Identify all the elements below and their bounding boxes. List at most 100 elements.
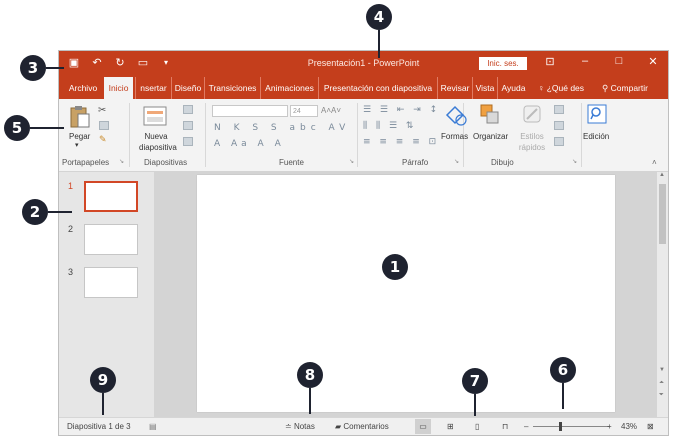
case-buttons[interactable]: A Aa A A bbox=[214, 139, 285, 149]
callout-arrow bbox=[562, 383, 564, 409]
search-icon[interactable] bbox=[587, 104, 607, 124]
callout-4: 4 bbox=[366, 4, 392, 30]
callout-1: 1 bbox=[382, 254, 408, 280]
callout-arrow bbox=[102, 393, 104, 415]
previous-slide-icon[interactable]: ⏶ bbox=[659, 380, 664, 387]
zoom-level[interactable]: 43% bbox=[621, 422, 637, 431]
callout-arrow bbox=[48, 211, 72, 213]
callout-arrow bbox=[378, 30, 380, 58]
tab-insertar[interactable]: nsertar bbox=[135, 77, 171, 99]
zoom-slider-thumb[interactable] bbox=[559, 422, 562, 431]
callout-7: 7 bbox=[462, 368, 488, 394]
copy-icon[interactable] bbox=[99, 121, 109, 130]
layout-icon[interactable] bbox=[183, 105, 193, 114]
tell-me-search[interactable]: ♀ ¿Qué des bbox=[533, 77, 589, 99]
shapes-label[interactable]: Formas bbox=[441, 132, 468, 141]
callout-9: 9 bbox=[90, 367, 116, 393]
grow-shrink-font-icon[interactable]: A˄A˅ bbox=[321, 106, 341, 115]
slide-number: 1 bbox=[68, 181, 74, 191]
reading-view-icon[interactable]: ▯ bbox=[475, 422, 479, 431]
window-title: Presentación1 - PowerPoint bbox=[307, 58, 420, 68]
zoom-slider[interactable] bbox=[533, 426, 609, 427]
collapse-ribbon-icon[interactable]: ˄ bbox=[652, 158, 657, 167]
tab-vista[interactable]: Vista bbox=[472, 77, 497, 99]
slide-thumbnail-2[interactable] bbox=[84, 224, 138, 255]
slide-thumbnail-1[interactable] bbox=[84, 181, 138, 212]
share-button[interactable]: ⚲ Compartir bbox=[593, 77, 657, 99]
group-label-slides: Diapositivas bbox=[144, 158, 188, 167]
zoom-in-icon[interactable]: + bbox=[607, 422, 612, 431]
format-buttons[interactable]: N K S S abc AV bbox=[214, 123, 350, 133]
tab-archivo[interactable]: Archivo bbox=[64, 77, 102, 99]
next-slide-icon[interactable]: ⏷ bbox=[659, 392, 664, 399]
bullets-icon[interactable]: ☰ ☰ ⇤ ⇥ ↕ bbox=[363, 105, 440, 115]
slide-counter: Diapositiva 1 de 3 bbox=[67, 422, 131, 431]
spell-check-icon[interactable]: ▤ bbox=[149, 422, 157, 431]
cut-icon[interactable]: ✂ bbox=[98, 105, 106, 116]
callout-2: 2 bbox=[22, 199, 48, 225]
slide-sorter-icon[interactable]: ⊞ bbox=[447, 422, 454, 431]
tab-animaciones[interactable]: Animaciones bbox=[260, 77, 318, 99]
tab-ayuda[interactable]: Ayuda bbox=[497, 77, 529, 99]
group-divider bbox=[129, 103, 130, 167]
tab-transiciones[interactable]: Transiciones bbox=[204, 77, 260, 99]
close-icon[interactable]: ✕ bbox=[646, 55, 660, 68]
font-name-combo[interactable] bbox=[212, 105, 288, 117]
ribbon-tabs: Archivo Inicio nsertar Diseño Transicion… bbox=[59, 77, 668, 99]
vertical-scrollbar[interactable]: ▲ ▼ ⏶ ⏷ bbox=[657, 172, 668, 417]
normal-view-icon[interactable]: ▭ bbox=[415, 419, 431, 434]
align-icon[interactable]: ≡ ≡ ≡ ≡ ⊡ bbox=[363, 137, 439, 147]
callout-arrow bbox=[474, 394, 476, 416]
paste-icon[interactable] bbox=[69, 105, 91, 129]
section-icon[interactable] bbox=[183, 137, 193, 146]
maximize-icon[interactable]: □ bbox=[612, 55, 626, 67]
scrollbar-thumb[interactable] bbox=[659, 184, 666, 244]
callout-6: 6 bbox=[550, 357, 576, 383]
slideshow-icon[interactable]: ⊓ bbox=[502, 422, 508, 431]
new-slide-icon[interactable] bbox=[143, 105, 167, 127]
scroll-up-icon[interactable]: ▲ bbox=[659, 172, 665, 178]
group-label-font: Fuente bbox=[279, 158, 304, 167]
tab-presentacion[interactable]: Presentación con diapositiva bbox=[318, 77, 437, 99]
group-divider bbox=[357, 103, 358, 167]
notes-icon: ≐ bbox=[285, 422, 292, 431]
minimize-icon[interactable]: – bbox=[578, 55, 592, 67]
powerpoint-window: ▣ ↶ ↻ ▭ ▾ Presentación1 - PowerPoint Ini… bbox=[58, 50, 669, 436]
fit-to-window-icon[interactable]: ⊠ bbox=[647, 422, 654, 431]
scroll-down-icon[interactable]: ▼ bbox=[659, 367, 665, 373]
callout-5: 5 bbox=[4, 115, 30, 141]
dialog-launcher-icon[interactable]: ↘ bbox=[454, 158, 459, 165]
quick-styles-icon[interactable] bbox=[521, 103, 543, 127]
shape-outline-icon[interactable] bbox=[554, 121, 564, 130]
dialog-launcher-icon[interactable]: ↘ bbox=[572, 158, 577, 165]
notes-button[interactable]: ≐ Notas bbox=[285, 422, 315, 431]
dialog-launcher-icon[interactable]: ↘ bbox=[119, 158, 124, 165]
quick-styles-label[interactable]: Estilos rápidos bbox=[517, 131, 547, 153]
reset-icon[interactable] bbox=[183, 121, 193, 130]
shape-fill-icon[interactable] bbox=[554, 105, 564, 114]
arrange-label[interactable]: Organizar bbox=[473, 132, 508, 141]
editing-label[interactable]: Edición bbox=[583, 132, 609, 141]
paste-label[interactable]: Pegar bbox=[69, 132, 90, 141]
shapes-icon[interactable] bbox=[443, 103, 469, 127]
comments-button[interactable]: ▰ Comentarios bbox=[335, 422, 389, 431]
shape-effects-icon[interactable] bbox=[554, 137, 564, 146]
comment-icon: ▰ bbox=[335, 422, 342, 431]
tab-inicio[interactable]: Inicio bbox=[104, 77, 133, 99]
tab-revisar[interactable]: Revisar bbox=[437, 77, 472, 99]
status-bar: Diapositiva 1 de 3 ▤ ≐ Notas ▰ Comentari… bbox=[59, 417, 668, 435]
zoom-out-icon[interactable]: – bbox=[524, 422, 528, 431]
sign-in-button[interactable]: Inic. ses. bbox=[479, 57, 527, 70]
callout-3: 3 bbox=[20, 55, 46, 81]
person-icon: ⚲ bbox=[602, 83, 609, 93]
ribbon-display-options-icon[interactable]: ⊡ bbox=[543, 55, 557, 68]
font-size-combo[interactable]: 24 bbox=[290, 105, 318, 117]
new-slide-label[interactable]: Nueva diapositiva bbox=[139, 131, 177, 153]
arrange-icon[interactable] bbox=[479, 103, 501, 127]
chevron-down-icon[interactable]: ▾ bbox=[75, 141, 79, 149]
tab-diseno[interactable]: Diseño bbox=[171, 77, 204, 99]
slide-thumbnail-3[interactable] bbox=[84, 267, 138, 298]
format-painter-icon[interactable]: ✎ bbox=[99, 134, 107, 145]
columns-icon[interactable]: ⫼ ⫼ ☰ ⇅ bbox=[363, 121, 416, 131]
dialog-launcher-icon[interactable]: ↘ bbox=[349, 158, 354, 165]
